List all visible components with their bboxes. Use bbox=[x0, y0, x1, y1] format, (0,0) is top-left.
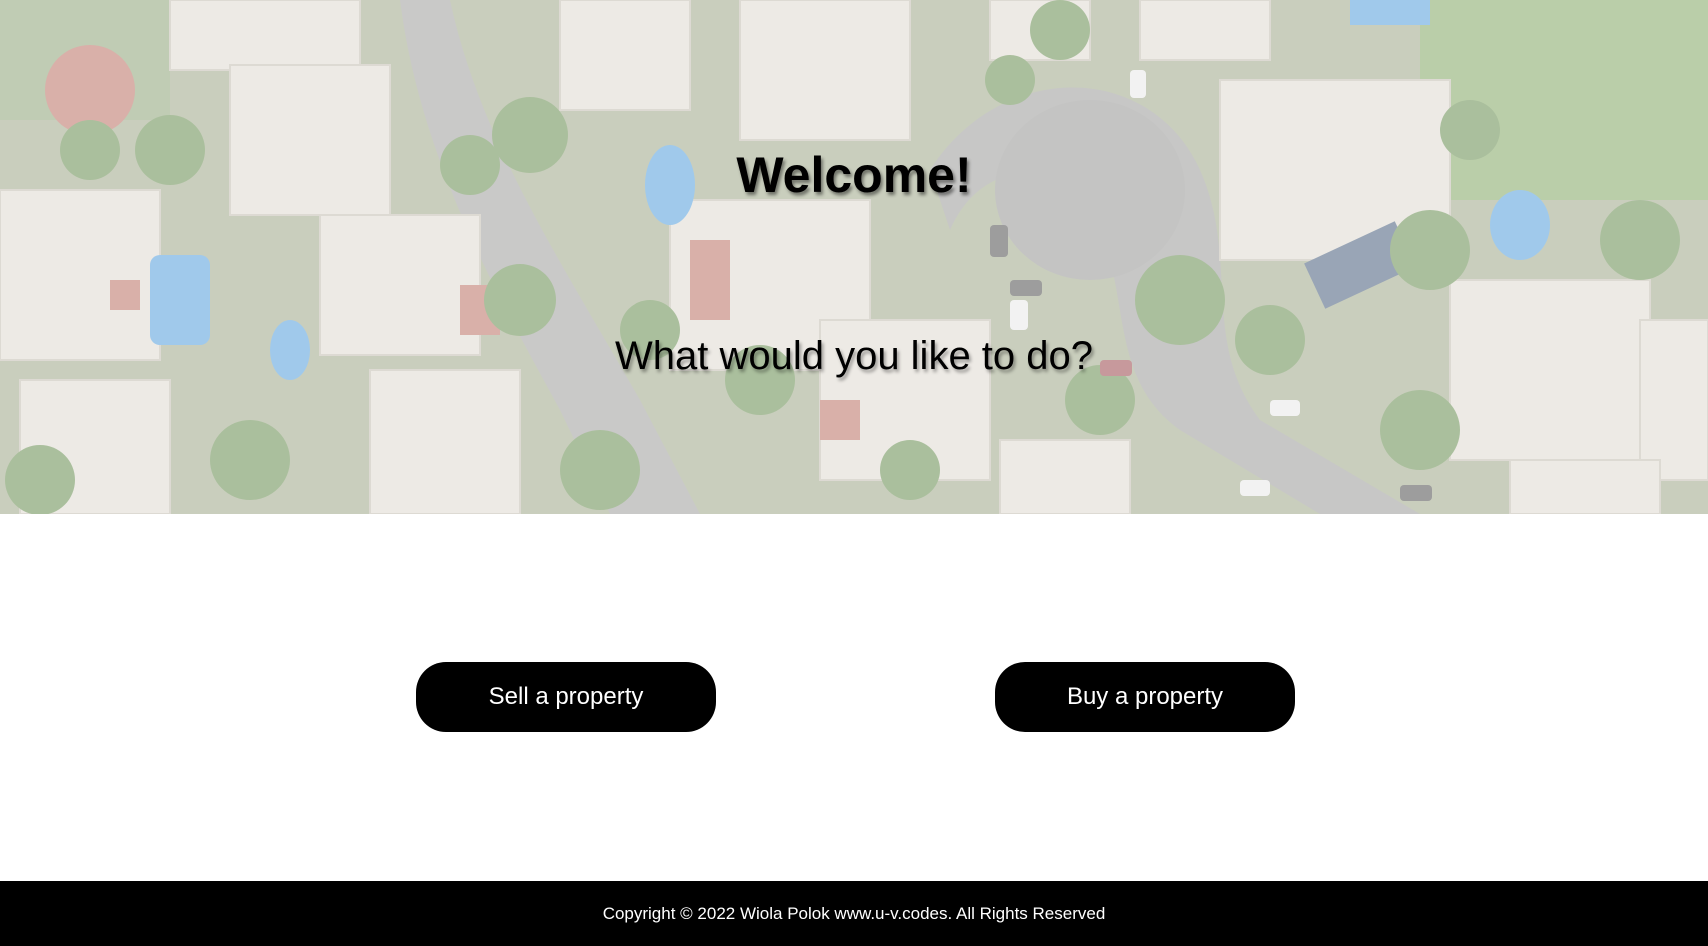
action-section: Sell a property Buy a property bbox=[0, 514, 1708, 881]
footer-copyright: Copyright © 2022 Wiola Polok www.u-v.cod… bbox=[602, 903, 1106, 923]
hero-section: Welcome! What would you like to do? bbox=[0, 0, 1708, 514]
sell-property-button[interactable]: Sell a property bbox=[416, 662, 716, 732]
page-title: Welcome! bbox=[736, 147, 972, 203]
footer: Copyright © 2022 Wiola Polok www.u-v.cod… bbox=[0, 881, 1708, 946]
hero-subtitle: What would you like to do? bbox=[614, 334, 1094, 378]
hero-overlay bbox=[0, 0, 1708, 514]
buy-property-button[interactable]: Buy a property bbox=[995, 662, 1295, 732]
